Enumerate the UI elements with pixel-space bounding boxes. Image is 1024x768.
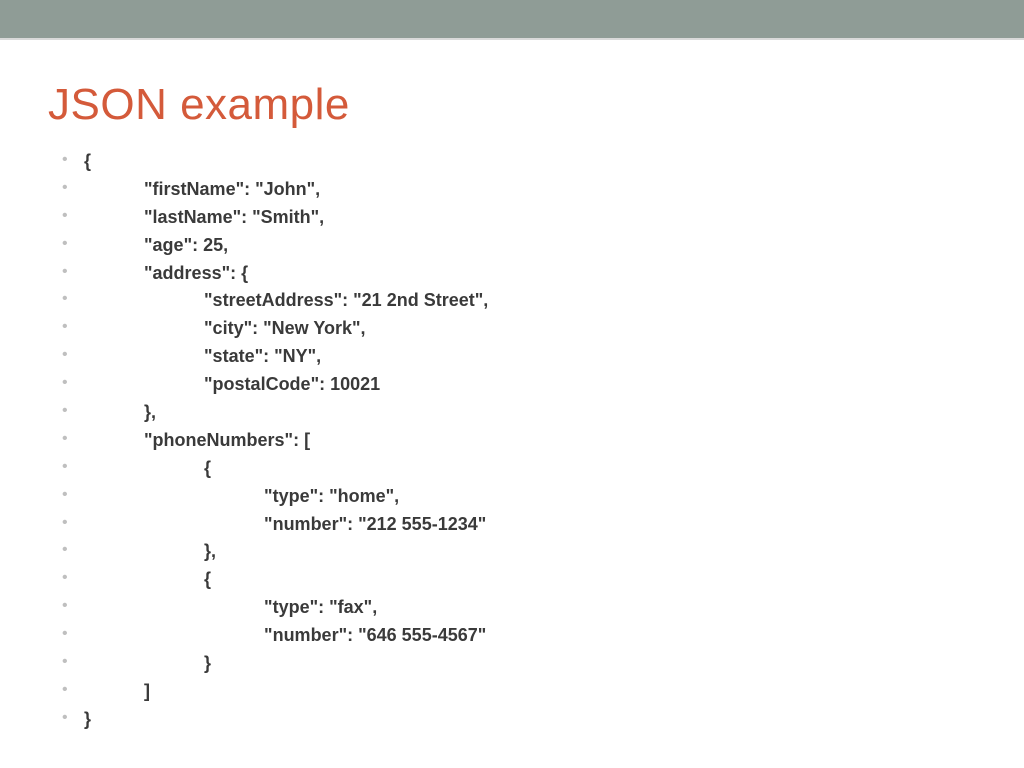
code-line: "firstName": "John", <box>56 176 976 204</box>
code-line: { <box>56 566 976 594</box>
code-line: "city": "New York", <box>56 315 976 343</box>
slide-top-bar <box>0 0 1024 40</box>
code-line: "phoneNumbers": [ <box>56 427 976 455</box>
code-line: "type": "home", <box>56 483 976 511</box>
code-line: { <box>56 148 976 176</box>
code-line: }, <box>56 399 976 427</box>
code-line: }, <box>56 538 976 566</box>
code-line: "state": "NY", <box>56 343 976 371</box>
code-line: ] <box>56 678 976 706</box>
slide-title: JSON example <box>48 80 976 130</box>
code-line: "address": { <box>56 260 976 288</box>
code-line: "age": 25, <box>56 232 976 260</box>
code-line: { <box>56 455 976 483</box>
code-line: "number": "646 555-4567" <box>56 622 976 650</box>
code-line: "postalCode": 10021 <box>56 371 976 399</box>
code-line: "number": "212 555-1234" <box>56 511 976 539</box>
code-line: "type": "fax", <box>56 594 976 622</box>
code-line: "lastName": "Smith", <box>56 204 976 232</box>
code-line: } <box>56 706 976 734</box>
code-line: "streetAddress": "21 2nd Street", <box>56 287 976 315</box>
code-list: { "firstName": "John", "lastName": "Smit… <box>48 148 976 734</box>
slide-body: JSON example { "firstName": "John", "las… <box>0 40 1024 734</box>
code-line: } <box>56 650 976 678</box>
